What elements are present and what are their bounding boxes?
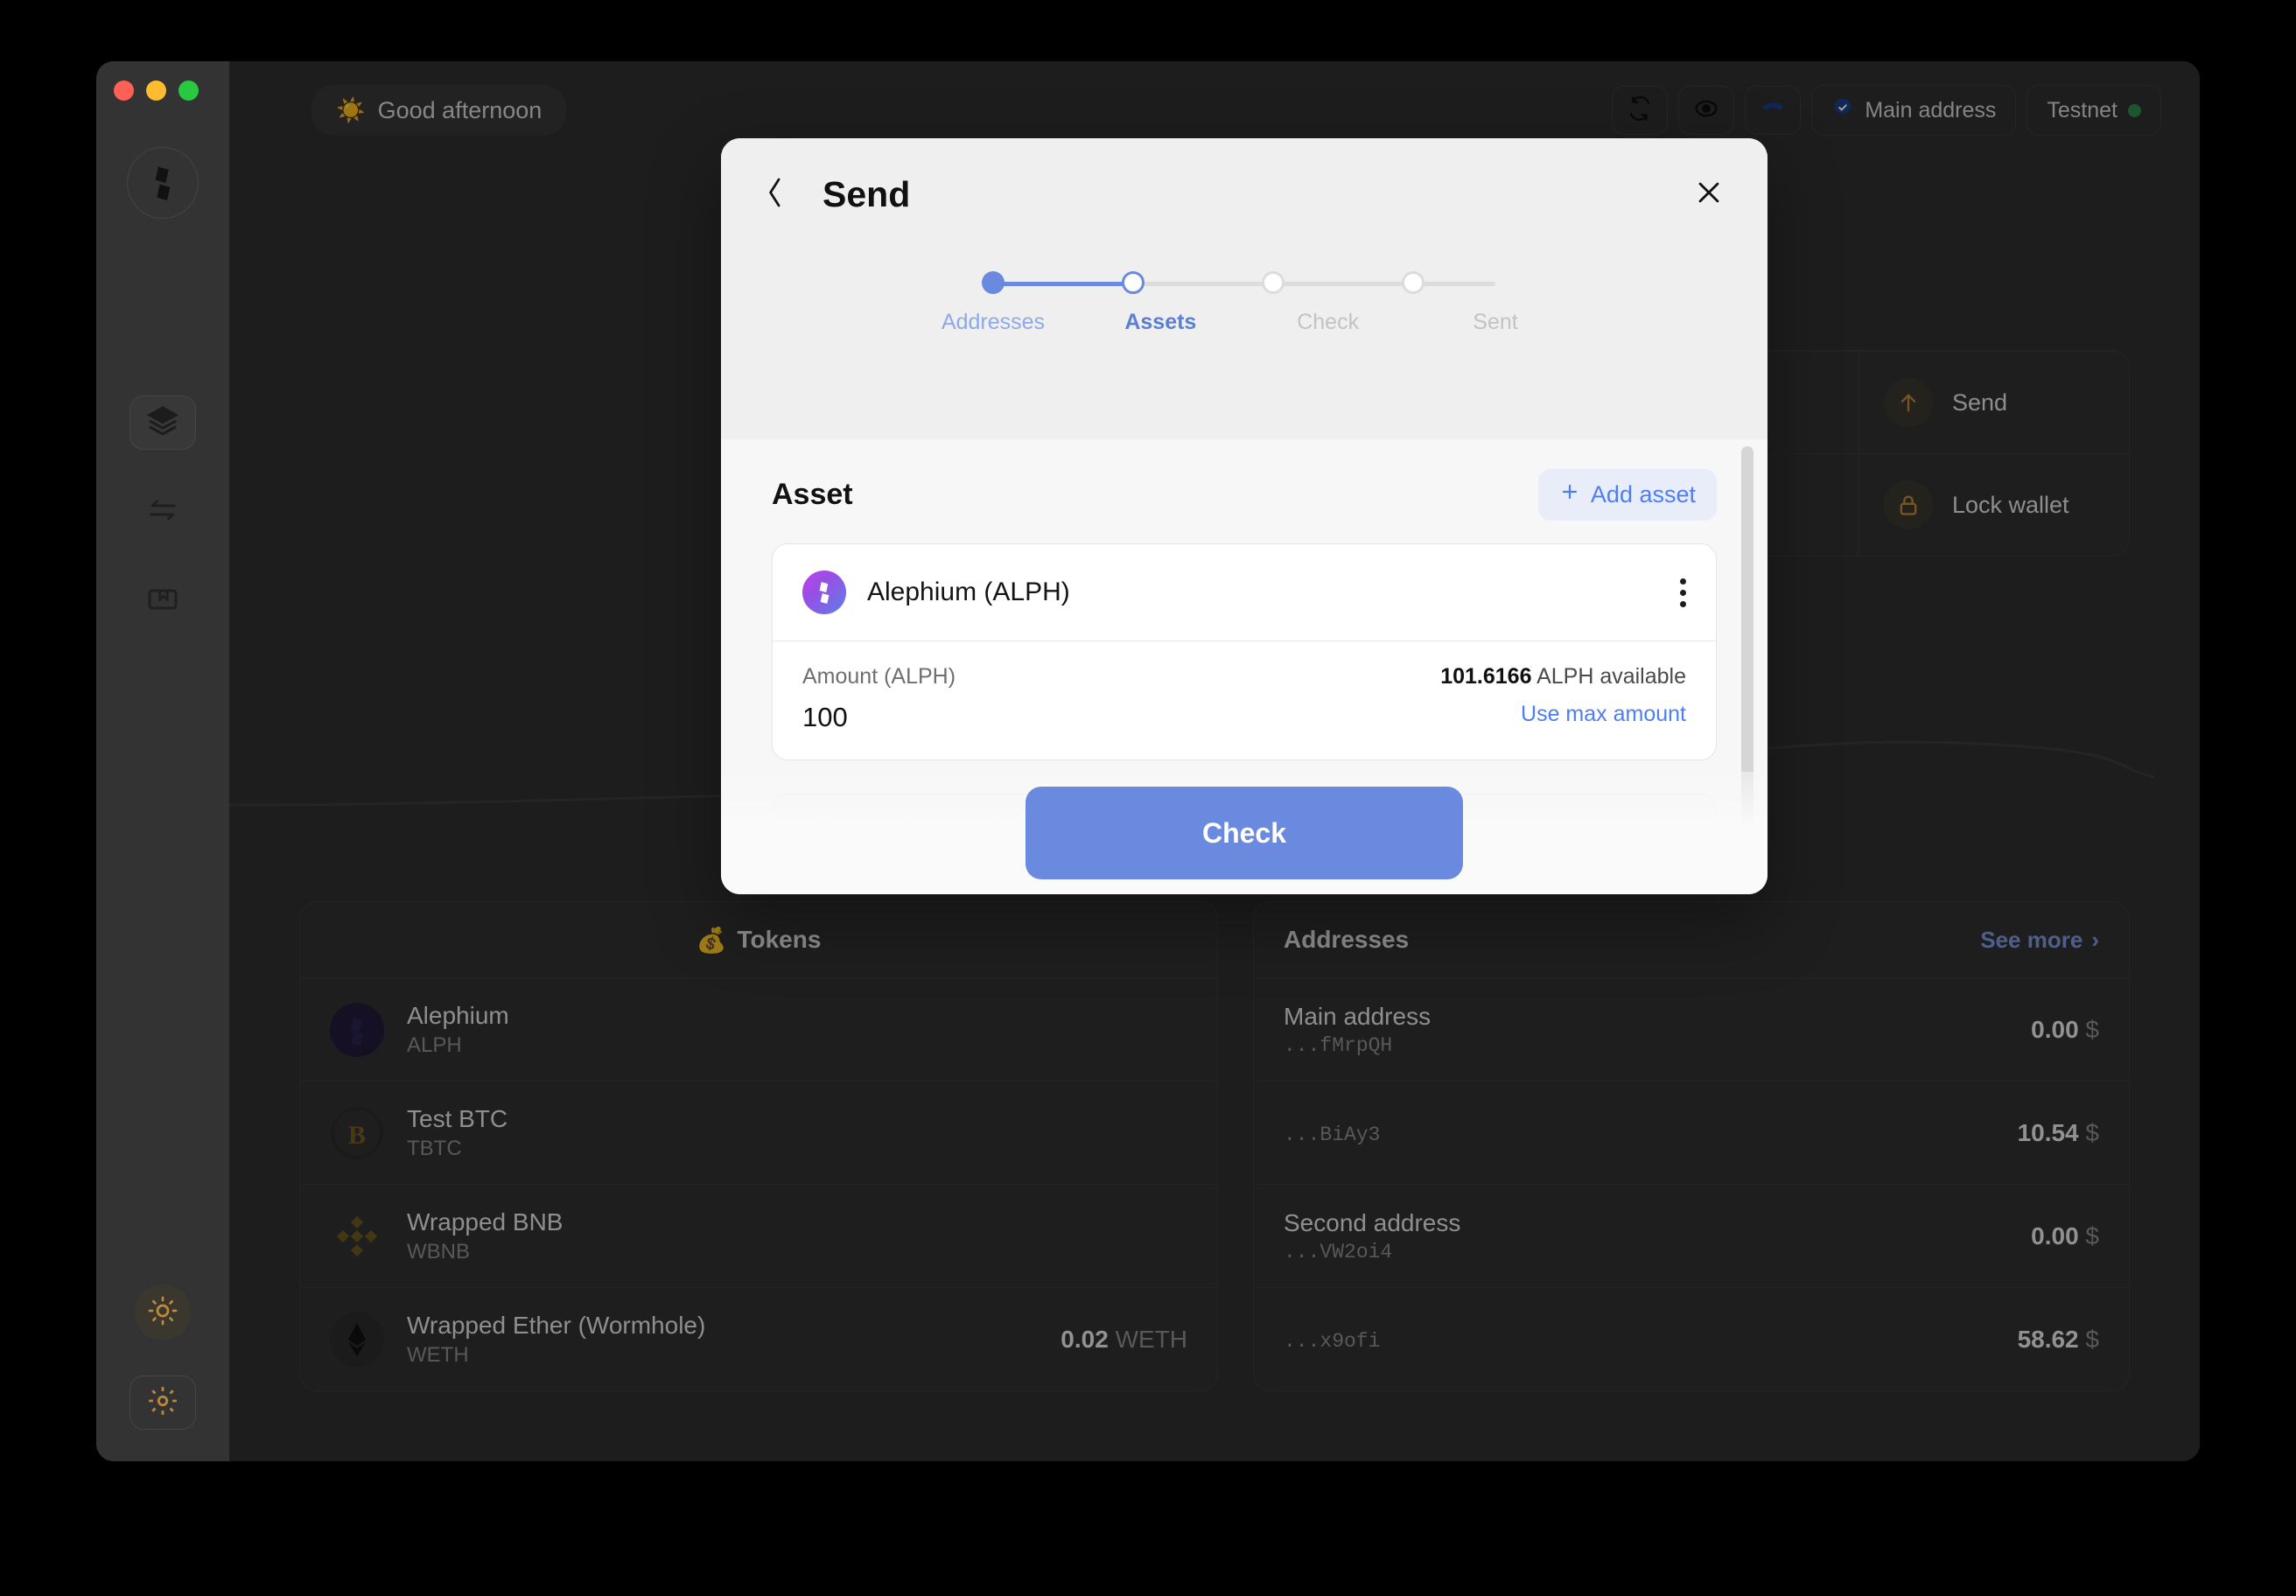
- available-amount-value: 101.6166: [1440, 664, 1532, 689]
- sidebar: [96, 61, 229, 1461]
- add-asset-button[interactable]: Add asset: [1537, 469, 1717, 521]
- add-asset-label: Add asset: [1590, 481, 1696, 508]
- alephium-logo-icon: [802, 570, 846, 614]
- stepper-line-done: [993, 282, 1133, 286]
- stepper-node-assets[interactable]: [1122, 271, 1144, 294]
- stepper-labels: Addresses Assets Check Sent: [942, 310, 1518, 335]
- modal-header: Send Addresses Assets Check Sent: [721, 138, 1768, 439]
- amount-field[interactable]: Amount (ALPH) 100: [802, 664, 956, 733]
- amount-label: Amount (ALPH): [802, 664, 956, 689]
- available-amount: 101.6166 ALPH available: [1440, 664, 1686, 690]
- amount-input-value: 100: [802, 702, 848, 732]
- sun-icon: [147, 1295, 178, 1331]
- page-title: Send: [822, 173, 911, 214]
- progress-stepper: Addresses Assets Check Sent: [942, 270, 1518, 335]
- stepper-label-addresses[interactable]: Addresses: [928, 310, 1059, 335]
- modal-body: Asset Add asset Alephium (ALPH) Amount (…: [721, 439, 1768, 894]
- back-button[interactable]: [760, 174, 791, 214]
- sidebar-nav: [130, 360, 196, 628]
- modal-scrollbar[interactable]: [1741, 446, 1754, 894]
- asset-card: Alephium (ALPH) Amount (ALPH) 100 101.61…: [772, 543, 1717, 760]
- sidebar-item-transfers[interactable]: [130, 485, 196, 539]
- sidebar-bottom: [130, 1250, 196, 1430]
- plus-icon: [1559, 481, 1580, 508]
- asset-row[interactable]: Alephium (ALPH): [773, 544, 1716, 640]
- sidebar-item-overview[interactable]: [130, 396, 196, 450]
- sidebar-item-nfts[interactable]: [130, 574, 196, 628]
- stepper-line-todo: [1133, 282, 1495, 286]
- use-max-amount-link[interactable]: Use max amount: [1440, 702, 1686, 727]
- close-button[interactable]: [1689, 174, 1729, 214]
- gear-icon: [146, 1384, 179, 1422]
- minimize-window-button[interactable]: [146, 80, 166, 101]
- alephium-logo-icon: [127, 147, 199, 219]
- stepper-label-assets[interactable]: Assets: [1095, 310, 1226, 335]
- available-amount-suffix: ALPH available: [1536, 664, 1686, 689]
- modal-titlebar: Send: [721, 138, 1768, 250]
- layers-icon: [145, 403, 180, 443]
- desktop-background: ☀️ Good afternoon Main address Testnet 💰…: [0, 0, 2296, 1596]
- application-window: ☀️ Good afternoon Main address Testnet 💰…: [96, 61, 2200, 1461]
- stepper-node-addresses[interactable]: [982, 271, 1004, 294]
- check-button[interactable]: Check: [1026, 787, 1463, 879]
- modal-footer: Check: [721, 772, 1768, 894]
- window-traffic-lights: [114, 80, 199, 101]
- asset-section-header: Asset Add asset: [772, 469, 1717, 521]
- more-vertical-icon[interactable]: [1680, 578, 1686, 607]
- stepper-node-check[interactable]: [1262, 271, 1284, 294]
- stepper-node-sent[interactable]: [1402, 271, 1424, 294]
- chevron-left-icon: [766, 176, 785, 214]
- stepper-label-check[interactable]: Check: [1263, 310, 1394, 335]
- amount-row: Amount (ALPH) 100 101.6166 ALPH availabl…: [773, 640, 1716, 760]
- asset-section-title: Asset: [772, 478, 853, 511]
- stepper-track: [982, 270, 1507, 298]
- stepper-label-sent[interactable]: Sent: [1430, 310, 1561, 335]
- send-modal: Send Addresses Assets Check Sent Asset A…: [721, 138, 1768, 894]
- sidebar-item-settings[interactable]: [130, 1376, 196, 1430]
- sidebar-item-theme[interactable]: [135, 1284, 191, 1340]
- zoom-window-button[interactable]: [178, 80, 199, 101]
- swap-arrows-icon: [145, 493, 180, 532]
- amount-availability: 101.6166 ALPH available Use max amount: [1440, 664, 1686, 733]
- close-window-button[interactable]: [114, 80, 134, 101]
- close-icon: [1694, 178, 1724, 212]
- image-box-icon: [145, 582, 180, 621]
- asset-name: Alephium (ALPH): [867, 578, 1070, 606]
